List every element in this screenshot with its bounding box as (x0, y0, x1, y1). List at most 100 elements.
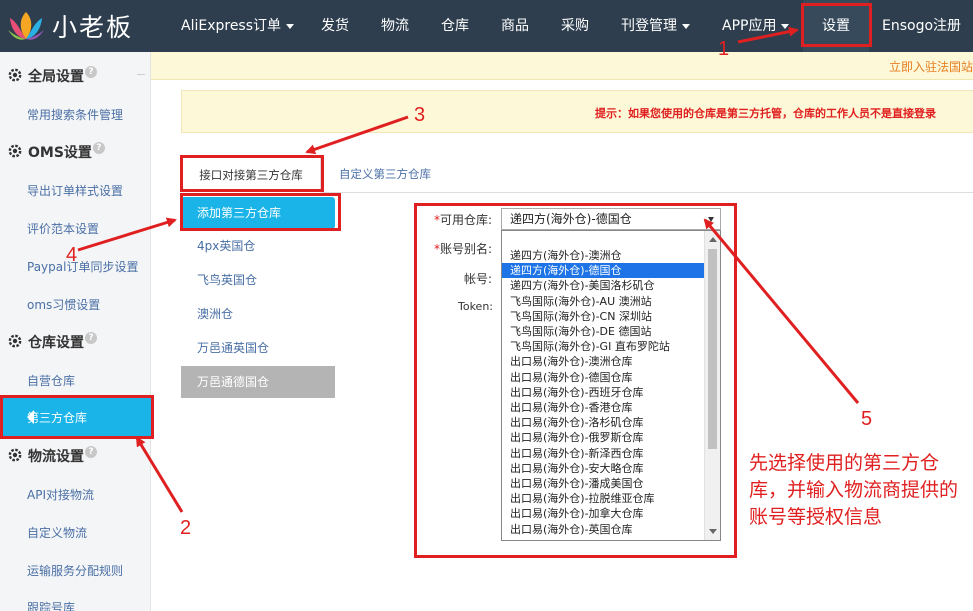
sidebar-item-review-template[interactable]: 评价范本设置 (27, 220, 99, 237)
dropdown-option[interactable]: 出口易(海外仓)-德国仓库 (502, 370, 705, 385)
sidebar: 全局设置? 常用搜索条件管理 OMS设置? 导出订单样式设置 评价范本设置 Pa… (0, 52, 151, 611)
section-title: 物流设置 (28, 449, 84, 465)
lotus-logo-icon (8, 12, 44, 40)
sidebar-section-oms[interactable]: OMS设置? (0, 136, 151, 166)
nav-warehouse[interactable]: 仓库 (441, 0, 469, 52)
nav-listing-management[interactable]: 刊登管理 (621, 0, 690, 52)
dropdown-option[interactable]: 出口易(海外仓)-拉脱维亚仓库 (502, 491, 705, 506)
nav-app[interactable]: APP应用 (722, 0, 790, 52)
tip-text: 提示：如果您使用的仓库是第三方托管，仓库的工作人员不是直接登录 (595, 107, 936, 120)
dropdown-option[interactable]: 出口易(海外仓)-新泽西仓库 (502, 446, 705, 461)
sidebar-item-third-party-warehouse[interactable]: 第三方仓库 (0, 396, 151, 438)
help-icon[interactable]: ? (85, 446, 97, 458)
annotation-number: 4 (66, 244, 78, 266)
nav-label: 物流 (381, 18, 409, 34)
nav-label: Ensogo注册 (882, 18, 962, 34)
dropdown-option[interactable]: 飞鸟国际(海外仓)-AU 澳洲站 (502, 294, 705, 309)
nav-aliexpress-orders[interactable]: AliExpress订单 (181, 0, 295, 52)
sidebar-item-search-conditions[interactable]: 常用搜索条件管理 (27, 106, 123, 123)
gear-icon (8, 68, 22, 82)
sidebar-section-warehouse[interactable]: 仓库设置? (0, 326, 151, 356)
required-marker: * (434, 242, 440, 256)
collapse-icon[interactable] (137, 74, 145, 75)
tab-bar: 接口对接第三方仓库 自定义第三方仓库 (181, 157, 973, 193)
sidebar-item-oms-habits[interactable]: oms习惯设置 (27, 296, 100, 313)
dropdown-option[interactable]: 递四方(海外仓)-德国仓 (502, 263, 705, 279)
sidebar-item-tracking-numbers[interactable]: 跟踪号库 (27, 599, 75, 611)
annotation-number: 2 (180, 517, 192, 539)
nav-label: 设置 (822, 18, 850, 34)
chevron-down-icon (708, 217, 714, 222)
sidebar-item-paypal-sync[interactable]: Paypal订单同步设置 (27, 258, 138, 275)
tip-banner: 提示：如果您使用的仓库是第三方托管，仓库的工作人员不是直接登录 (181, 90, 973, 133)
nav-ensogo-register[interactable]: Ensogo注册 (882, 0, 961, 52)
gear-icon (8, 448, 22, 462)
dropdown-option[interactable]: 出口易(海外仓)-加拿大仓库 (502, 506, 705, 521)
nav-settings[interactable]: 设置 (803, 0, 869, 52)
nav-purchasing[interactable]: 采购 (561, 0, 589, 52)
sidebar-section-global[interactable]: 全局设置? (0, 60, 151, 90)
nav-label: 商品 (501, 18, 529, 34)
dropdown-option[interactable]: 出口易(海外仓)-澳洲仓库 (502, 354, 705, 369)
caret-down-icon (682, 23, 690, 29)
arrow-to-select (703, 218, 860, 404)
sidebar-item-export-order-style[interactable]: 导出订单样式设置 (27, 182, 123, 199)
add-third-party-warehouse-button[interactable]: 添加第三方仓库 (181, 197, 335, 229)
scroll-down-icon[interactable] (709, 529, 717, 534)
annotation-number: 3 (414, 104, 426, 126)
warehouse-list-item[interactable]: 澳洲仓 (181, 298, 335, 330)
scrollbar-thumb[interactable] (708, 249, 717, 449)
caret-down-icon (781, 23, 790, 29)
dropdown-option[interactable]: 递四方(海外仓)-美国洛杉矶仓 (502, 278, 705, 293)
nav-label: 仓库 (441, 18, 469, 34)
warehouse-list-item[interactable]: 飞鸟英国仓 (181, 264, 335, 296)
tab-api-third-party-warehouse[interactable]: 接口对接第三方仓库 (181, 157, 321, 193)
dropdown-option[interactable]: 出口易(海外仓)-安大略仓库 (502, 461, 705, 476)
notice-link[interactable]: 立即入驻法国站 (889, 58, 973, 75)
dropdown-option[interactable]: 出口易(海外仓)-潘成美国仓 (502, 476, 705, 491)
section-title: OMS设置 (28, 145, 92, 161)
gear-icon (8, 334, 22, 348)
alias-field-label: *账号别名: (434, 242, 493, 256)
help-icon[interactable]: ? (85, 66, 97, 78)
dropdown-option[interactable]: 出口易(海外仓)-西班牙仓库 (502, 385, 705, 400)
dropdown-option[interactable]: 飞鸟国际(海外仓)-DE 德国站 (502, 324, 705, 339)
nav-products[interactable]: 商品 (501, 0, 529, 52)
app-root: 小老板 AliExpress订单 发货 物流 仓库 商品 采购 刊登管理 APP… (0, 0, 973, 611)
sidebar-item-shipping-rules[interactable]: 运输服务分配规则 (27, 562, 123, 579)
annotation-note: 先选择使用的第三方仓库，并输入物流商提供的账号等授权信息 (749, 452, 959, 528)
nav-ship[interactable]: 发货 (321, 0, 349, 52)
sidebar-item-custom-logistics[interactable]: 自定义物流 (27, 524, 87, 541)
dropdown-scrollbar[interactable] (704, 231, 720, 540)
sidebar-item-label: 第三方仓库 (27, 411, 88, 425)
dropdown-option[interactable]: 飞鸟国际(海外仓)-CN 深圳站 (502, 309, 705, 324)
scroll-up-icon[interactable] (709, 237, 717, 242)
section-title: 仓库设置 (28, 335, 84, 351)
nav-label: APP应用 (722, 18, 777, 34)
dropdown-option[interactable]: 出口易(海外仓)-俄罗斯仓库 (502, 430, 705, 445)
brand-logo[interactable]: 小老板 (6, 6, 133, 46)
warehouse-list-item-selected[interactable]: 万邑通德国仓 (181, 366, 335, 398)
dropdown-option[interactable]: 出口易(海外仓)-洛杉矶仓库 (502, 415, 705, 430)
warehouse-list-item[interactable]: 万邑通英国仓 (181, 332, 335, 364)
nav-logistics[interactable]: 物流 (381, 0, 409, 52)
warehouse-select[interactable]: 递四方(海外仓)-德国仓 (501, 208, 721, 230)
warehouse-list-item[interactable]: 4px英国仓 (181, 230, 335, 262)
tab-custom-third-party-warehouse[interactable]: 自定义第三方仓库 (339, 157, 431, 193)
dropdown-option[interactable]: 出口易(海外仓)-香港仓库 (502, 400, 705, 415)
dropdown-option[interactable]: 飞鸟国际(海外仓)-GI 直布罗陀站 (502, 339, 705, 354)
nav-label: 刊登管理 (621, 18, 677, 34)
sidebar-section-logistics[interactable]: 物流设置? (0, 440, 151, 470)
annotation-number: 1 (718, 38, 730, 60)
dropdown-option[interactable]: 出口易(海外仓)-英国仓库 (502, 522, 705, 537)
token-field-label: Token: (458, 300, 494, 313)
nav-label: 发货 (321, 18, 349, 34)
help-icon[interactable]: ? (92, 142, 105, 154)
dropdown-option[interactable]: 递四方(海外仓)-澳洲仓 (502, 248, 705, 263)
sidebar-item-api-logistics[interactable]: API对接物流 (27, 486, 94, 503)
top-navbar: 小老板 AliExpress订单 发货 物流 仓库 商品 采购 刊登管理 APP… (0, 0, 973, 52)
warehouse-dropdown-list: 递四方(海外仓)-澳洲仓 递四方(海外仓)-德国仓 递四方(海外仓)-美国洛杉矶仓飞… (501, 230, 721, 541)
sidebar-item-own-warehouse[interactable]: 自营仓库 (27, 372, 75, 389)
warehouse-field-label: *可用仓库: (434, 213, 493, 227)
help-icon[interactable]: ? (85, 332, 97, 344)
